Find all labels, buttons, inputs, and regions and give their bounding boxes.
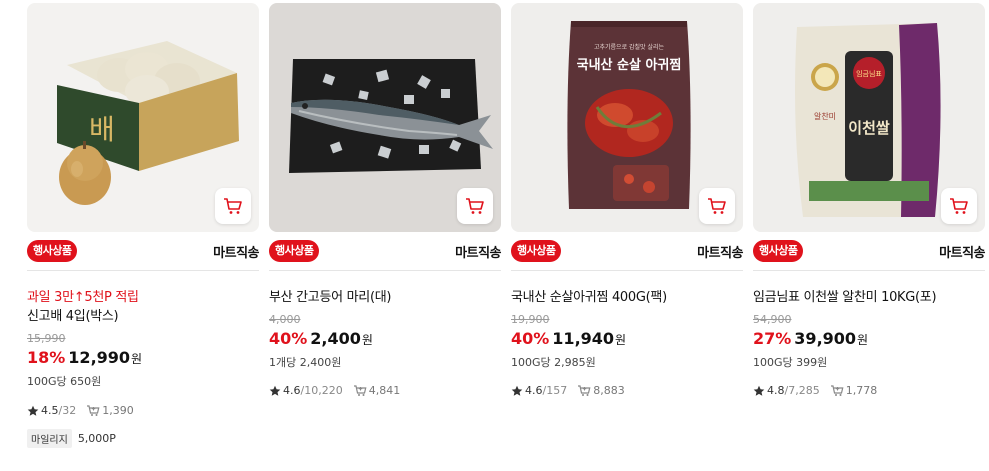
review-meta: 4.5/32 1,390 — [27, 404, 134, 417]
tag-row: 행사상품 마트직송 — [753, 240, 985, 264]
price-row: 18% 12,990원 — [27, 348, 142, 367]
price-row: 27% 39,900원 — [753, 329, 868, 348]
event-badge: 행사상품 — [753, 240, 804, 262]
original-price: 15,990 — [27, 332, 66, 345]
tag-row: 행사상품 마트직송 — [27, 240, 259, 264]
unit-price: 1개당 2,400원 — [269, 356, 342, 369]
cart-count-value: 1,390 — [102, 404, 134, 417]
divider — [753, 270, 985, 271]
box-logo: 배 — [89, 113, 115, 146]
discount-rate: 27% — [753, 329, 792, 348]
sale-price: 39,900 — [794, 329, 857, 348]
package-subtext: 고추기름으로 감칠맛 살리는 — [594, 43, 665, 51]
rating: 4.8 — [767, 384, 785, 397]
package-title: 국내산 순살 아귀찜 — [577, 57, 682, 73]
rating: 4.6 — [525, 384, 543, 397]
mileage-value: 5,000P — [77, 432, 116, 445]
add-to-cart-button[interactable] — [699, 188, 735, 224]
star-icon — [753, 385, 765, 396]
cart-count: 8,883 — [577, 384, 625, 397]
promo-text: 과일 3만↑5천P 적립 — [27, 290, 139, 305]
product-image[interactable]: 고추기름으로 감칠맛 살리는 국내산 순살 아귀찜 — [511, 3, 743, 232]
cart-added-icon — [830, 385, 844, 396]
add-to-cart-button[interactable] — [457, 188, 493, 224]
divider — [27, 270, 259, 271]
currency: 원 — [615, 333, 627, 347]
review-meta: 4.6/10,220 4,841 — [269, 384, 400, 397]
product-name[interactable]: 국내산 순살아귀찜 400G(팩) — [511, 286, 667, 305]
event-badge: 행사상품 — [511, 240, 562, 262]
discount-rate: 40% — [511, 329, 550, 348]
star-icon — [269, 385, 281, 396]
unit-price: 100G당 650원 — [27, 375, 102, 388]
cart-icon — [466, 198, 484, 214]
cart-count-value: 4,841 — [368, 384, 401, 397]
package-sub2: 알찬미 — [814, 111, 836, 121]
star-icon — [27, 405, 39, 416]
review-count: /32 — [58, 404, 77, 417]
event-badge: 행사상품 — [269, 240, 320, 262]
divider — [511, 270, 743, 271]
price-row: 40% 2,400원 — [269, 329, 373, 348]
product-card[interactable]: 배 행사상품 마트직송 과일 3만↑5천P 적립 신고배 4입(박스) 15,9… — [27, 0, 259, 471]
cart-added-icon — [353, 385, 367, 396]
product-name[interactable]: 신고배 4입(박스) — [27, 305, 119, 324]
package-title: 이천쌀 — [848, 119, 890, 137]
package-brand: 임금님표 — [856, 69, 882, 78]
review-count: /7,285 — [784, 384, 820, 397]
cart-icon — [224, 198, 242, 214]
cart-icon — [950, 198, 968, 214]
unit-price: 100G당 399원 — [753, 356, 828, 369]
rating: 4.5 — [41, 404, 59, 417]
currency: 원 — [857, 333, 869, 347]
currency: 원 — [131, 352, 143, 366]
product-name[interactable]: 임금님표 이천쌀 알찬미 10KG(포) — [753, 286, 937, 305]
shipping-tag: 마트직송 — [455, 246, 501, 261]
product-image[interactable]: 배 — [27, 3, 259, 232]
review-meta: 4.6/157 8,883 — [511, 384, 625, 397]
original-price: 19,900 — [511, 313, 550, 326]
mileage: 마일리지 5,000P — [27, 429, 116, 448]
tag-row: 행사상품 마트직송 — [511, 240, 743, 264]
currency: 원 — [361, 333, 373, 347]
star-icon — [511, 385, 523, 396]
cart-count: 1,778 — [830, 384, 878, 397]
cart-added-icon — [578, 385, 591, 396]
discount-rate: 40% — [269, 329, 308, 348]
cart-added-icon — [87, 405, 100, 416]
tag-row: 행사상품 마트직송 — [269, 240, 501, 264]
original-price: 54,900 — [753, 313, 792, 326]
unit-price: 100G당 2,985원 — [511, 356, 596, 369]
product-grid: 배 행사상품 마트직송 과일 3만↑5천P 적립 신고배 4입(박스) 15,9… — [0, 0, 989, 471]
add-to-cart-button[interactable] — [215, 188, 251, 224]
shipping-tag: 마트직송 — [213, 246, 259, 261]
cart-count: 4,841 — [353, 384, 401, 397]
review-meta: 4.8/7,285 1,778 — [753, 384, 877, 397]
product-image[interactable]: 알찬미 임금님표 이천쌀 — [753, 3, 985, 232]
discount-rate: 18% — [27, 348, 66, 367]
rating: 4.6 — [283, 384, 301, 397]
sale-price: 2,400 — [310, 329, 361, 348]
cart-count-value: 1,778 — [845, 384, 878, 397]
sale-price: 12,990 — [68, 348, 131, 367]
sale-price: 11,940 — [552, 329, 615, 348]
price-row: 40% 11,940원 — [511, 329, 626, 348]
add-to-cart-button[interactable] — [941, 188, 977, 224]
mileage-label: 마일리지 — [27, 429, 72, 448]
original-price: 4,000 — [269, 313, 301, 326]
product-image[interactable] — [269, 3, 501, 232]
shipping-tag: 마트직송 — [939, 246, 985, 261]
product-name[interactable]: 부산 간고등어 마리(대) — [269, 286, 391, 305]
cart-count-value: 8,883 — [593, 384, 625, 397]
review-count: /157 — [542, 384, 568, 397]
cart-icon — [708, 198, 726, 214]
divider — [269, 270, 501, 271]
product-card[interactable]: 행사상품 마트직송 부산 간고등어 마리(대) 4,000 40% 2,400원 … — [269, 0, 501, 471]
shipping-tag: 마트직송 — [697, 246, 743, 261]
event-badge: 행사상품 — [27, 240, 78, 262]
product-card[interactable]: 고추기름으로 감칠맛 살리는 국내산 순살 아귀찜 행사상품 마트직송 국내산 … — [511, 0, 743, 471]
review-count: /10,220 — [300, 384, 343, 397]
cart-count: 1,390 — [86, 404, 134, 417]
product-card[interactable]: 알찬미 임금님표 이천쌀 행사상품 마트직송 임금님표 이천쌀 알찬미 10KG… — [753, 0, 985, 471]
